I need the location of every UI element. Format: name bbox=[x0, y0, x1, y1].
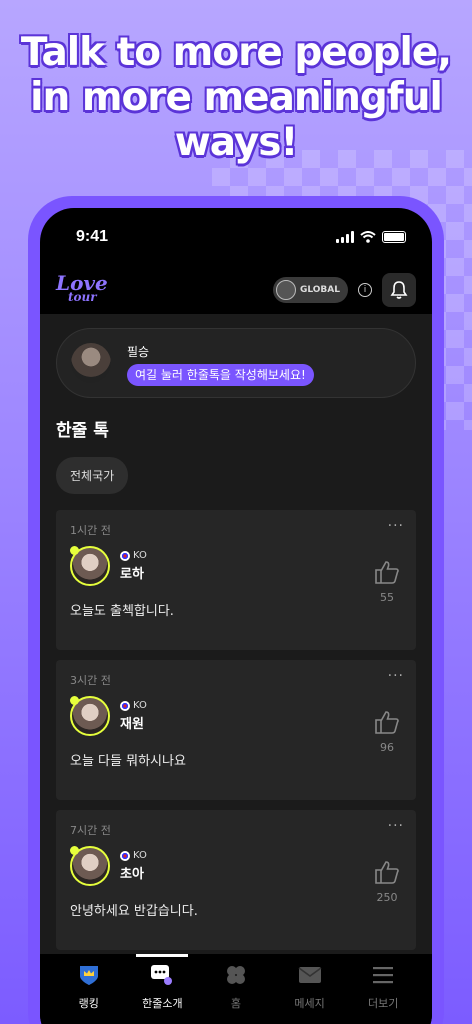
user-name: 초아 bbox=[120, 867, 144, 882]
signal-icon bbox=[336, 231, 354, 243]
online-indicator bbox=[70, 846, 79, 855]
thumbs-up-icon bbox=[375, 861, 399, 884]
more-options-icon[interactable]: ··· bbox=[388, 518, 404, 534]
compose-prompt[interactable]: 여길 눌러 한줄톡을 작성해보세요! bbox=[127, 364, 314, 386]
tab-messages[interactable]: 메세지 bbox=[280, 964, 340, 1024]
korea-flag-icon bbox=[120, 850, 130, 861]
post-card[interactable]: 3시간 전 ··· KO 재원 오늘 다들 뭐하시나요 96 bbox=[56, 660, 416, 800]
promo-headline: Talk to more people, in more meaningful … bbox=[0, 30, 472, 165]
online-indicator bbox=[70, 696, 79, 705]
info-icon[interactable]: i bbox=[358, 283, 372, 297]
globe-icon bbox=[275, 280, 296, 300]
tab-one-line-intro[interactable]: 한줄소개 bbox=[132, 954, 192, 1024]
headline-line-3: ways! bbox=[174, 120, 299, 165]
tab-more[interactable]: 더보기 bbox=[353, 964, 413, 1024]
mail-icon bbox=[298, 967, 322, 983]
post-text: 오늘도 출첵합니다. bbox=[70, 604, 174, 619]
app-header: Love tour GLOBAL i bbox=[40, 266, 432, 314]
status-bar: 9:41 bbox=[40, 208, 432, 266]
more-options-icon[interactable]: ··· bbox=[388, 818, 404, 834]
clover-icon bbox=[226, 966, 245, 984]
my-name: 필승 bbox=[127, 345, 150, 359]
battery-icon bbox=[382, 231, 406, 243]
like-button[interactable]: 55 bbox=[374, 560, 400, 604]
user-avatar[interactable] bbox=[70, 696, 110, 736]
country-filter-chip[interactable]: 전체국가 bbox=[56, 457, 129, 494]
more-options-icon[interactable]: ··· bbox=[388, 668, 404, 684]
thumbs-up-icon bbox=[375, 561, 399, 584]
post-text: 안녕하세요 반갑습니다. bbox=[70, 904, 198, 919]
like-button[interactable]: 96 bbox=[374, 710, 400, 754]
user-name: 재원 bbox=[120, 717, 144, 732]
status-icons bbox=[336, 231, 406, 243]
headline-line-1: Talk to more people, bbox=[20, 30, 452, 75]
logo-word-love: Love bbox=[56, 271, 108, 295]
country-badge: KO bbox=[120, 550, 147, 561]
post-card[interactable]: 1시간 전 ··· KO 로하 오늘도 출첵합니다. 55 bbox=[56, 510, 416, 650]
like-count: 96 bbox=[380, 741, 394, 754]
section-title: 한줄 톡 bbox=[56, 421, 109, 441]
region-toggle[interactable]: GLOBAL bbox=[272, 277, 348, 303]
compose-card[interactable]: 필승 여길 눌러 한줄톡을 작성해보세요! bbox=[56, 328, 416, 398]
status-time: 9:41 bbox=[76, 228, 109, 245]
country-badge: KO bbox=[120, 850, 147, 861]
tab-home[interactable]: 홈 bbox=[206, 964, 266, 1024]
like-button[interactable]: 250 bbox=[374, 860, 400, 904]
phone-frame: 9:41 Love tour GLOBAL i 필승 여길 눌러 한줄톡을 작성… bbox=[28, 196, 444, 1024]
chat-bubble-icon bbox=[151, 965, 173, 985]
post-text: 오늘 다들 뭐하시나요 bbox=[70, 754, 186, 769]
app-screen: 9:41 Love tour GLOBAL i 필승 여길 눌러 한줄톡을 작성… bbox=[40, 208, 432, 1024]
like-count: 55 bbox=[380, 591, 394, 604]
region-label: GLOBAL bbox=[299, 285, 340, 295]
app-logo: Love tour bbox=[56, 271, 108, 304]
post-time: 7시간 전 bbox=[70, 824, 111, 837]
crown-shield-icon bbox=[79, 966, 98, 985]
bottom-tab-bar: 랭킹 한줄소개 홈 메세지 더보기 bbox=[40, 954, 432, 1024]
user-name: 로하 bbox=[120, 567, 144, 582]
post-time: 3시간 전 bbox=[70, 674, 111, 687]
korea-flag-icon bbox=[120, 700, 130, 711]
country-badge: KO bbox=[120, 700, 147, 711]
tab-ranking[interactable]: 랭킹 bbox=[59, 964, 119, 1024]
bell-icon bbox=[390, 281, 408, 299]
post-card[interactable]: 7시간 전 ··· KO 초아 안녕하세요 반갑습니다. 250 bbox=[56, 810, 416, 950]
my-avatar bbox=[71, 343, 111, 383]
like-count: 250 bbox=[376, 891, 398, 904]
headline-line-2: in more meaningful bbox=[30, 75, 443, 120]
thumbs-up-icon bbox=[375, 711, 399, 734]
online-indicator bbox=[70, 546, 79, 555]
korea-flag-icon bbox=[120, 550, 130, 561]
post-time: 1시간 전 bbox=[70, 524, 111, 537]
menu-icon bbox=[373, 967, 394, 984]
notification-button[interactable] bbox=[382, 273, 416, 307]
user-avatar[interactable] bbox=[70, 546, 110, 586]
user-avatar[interactable] bbox=[70, 846, 110, 886]
wifi-icon bbox=[360, 231, 376, 243]
main-content: 필승 여길 눌러 한줄톡을 작성해보세요! 한줄 톡 전체국가 1시간 전 ··… bbox=[40, 314, 432, 954]
